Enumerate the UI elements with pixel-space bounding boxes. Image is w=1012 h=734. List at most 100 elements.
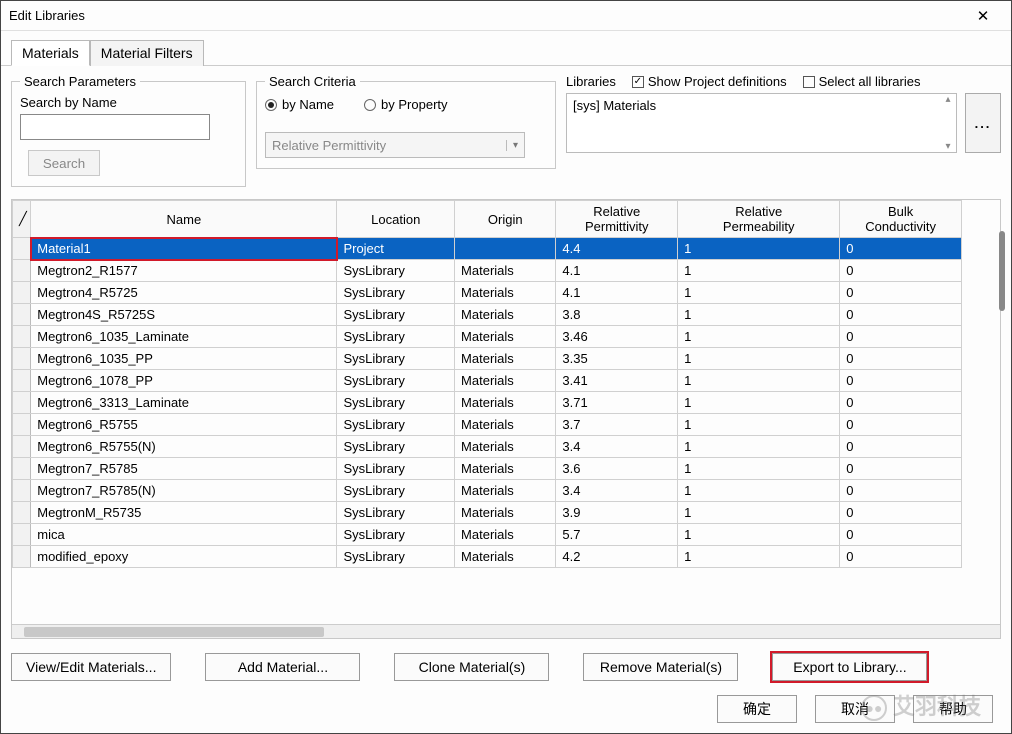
table-row[interactable]: modified_epoxySysLibraryMaterials4.210 — [13, 546, 962, 568]
search-criteria-legend: Search Criteria — [265, 74, 360, 89]
clone-materials-button[interactable]: Clone Material(s) — [394, 653, 549, 681]
search-parameters-group: Search Parameters Search by Name Search — [11, 74, 246, 187]
table-cell: 3.4 — [556, 480, 678, 502]
table-row[interactable]: Megtron4_R5725SysLibraryMaterials4.110 — [13, 282, 962, 304]
table-row[interactable]: MegtronM_R5735SysLibraryMaterials3.910 — [13, 502, 962, 524]
close-button[interactable]: ✕ — [963, 2, 1003, 30]
libraries-list-item[interactable]: [sys] Materials — [573, 98, 950, 113]
vertical-scrollbar-stub[interactable] — [999, 231, 1005, 311]
ok-button[interactable]: 确定 — [717, 695, 797, 723]
export-to-library-button[interactable]: Export to Library... — [772, 653, 927, 681]
table-cell: 0 — [840, 326, 962, 348]
table-cell: Materials — [455, 282, 556, 304]
libraries-block: Libraries ✓ Show Project definitions Sel… — [566, 74, 1001, 153]
table-cell — [13, 546, 31, 568]
table-cell — [13, 480, 31, 502]
action-button-row: View/Edit Materials... Add Material... C… — [11, 645, 1001, 685]
table-cell: SysLibrary — [337, 370, 455, 392]
table-cell — [13, 238, 31, 260]
radio-by-property[interactable]: by Property — [364, 97, 447, 112]
checkbox-icon — [803, 76, 815, 88]
libraries-list[interactable]: [sys] Materials ▴ ▾ — [566, 93, 957, 153]
radio-by-name[interactable]: by Name — [265, 97, 334, 112]
table-row[interactable]: Megtron6_R5755(N)SysLibraryMaterials3.41… — [13, 436, 962, 458]
col-rel-permeability[interactable]: RelativePermeability — [678, 201, 840, 238]
table-cell: 1 — [678, 238, 840, 260]
table-row[interactable]: Megtron6_3313_LaminateSysLibraryMaterial… — [13, 392, 962, 414]
table-row[interactable]: Megtron7_R5785SysLibraryMaterials3.610 — [13, 458, 962, 480]
table-row[interactable]: Megtron6_1035_PPSysLibraryMaterials3.351… — [13, 348, 962, 370]
col-handle[interactable]: ╱ — [13, 201, 31, 238]
table-cell: 1 — [678, 282, 840, 304]
libraries-scrollbar[interactable]: ▴ ▾ — [940, 94, 956, 152]
table-cell: 1 — [678, 502, 840, 524]
scrollbar-thumb[interactable] — [24, 627, 324, 637]
search-button[interactable]: Search — [28, 150, 100, 176]
col-origin[interactable]: Origin — [455, 201, 556, 238]
table-cell — [13, 282, 31, 304]
table-cell: 1 — [678, 458, 840, 480]
tab-materials[interactable]: Materials — [11, 40, 90, 66]
search-by-name-label: Search by Name — [20, 95, 237, 110]
table-cell: mica — [31, 524, 337, 546]
help-button[interactable]: 帮助 — [913, 695, 993, 723]
table-cell — [13, 370, 31, 392]
table-cell — [13, 414, 31, 436]
table-cell: 0 — [840, 392, 962, 414]
add-material-button[interactable]: Add Material... — [205, 653, 360, 681]
table-cell: 1 — [678, 524, 840, 546]
table-cell: 3.9 — [556, 502, 678, 524]
table-cell: 0 — [840, 436, 962, 458]
table-cell: 0 — [840, 546, 962, 568]
cancel-button[interactable]: 取消 — [815, 695, 895, 723]
horizontal-scrollbar[interactable] — [12, 624, 1000, 638]
table-row[interactable]: micaSysLibraryMaterials5.710 — [13, 524, 962, 546]
table-cell: 1 — [678, 348, 840, 370]
scroll-up-icon: ▴ — [945, 94, 950, 105]
show-project-definitions-checkbox[interactable]: ✓ Show Project definitions — [632, 74, 787, 89]
table-cell: 5.7 — [556, 524, 678, 546]
view-edit-materials-button[interactable]: View/Edit Materials... — [11, 653, 171, 681]
table-cell — [13, 458, 31, 480]
table-cell: SysLibrary — [337, 480, 455, 502]
table-cell: 3.4 — [556, 436, 678, 458]
table-cell: 1 — [678, 260, 840, 282]
table-row[interactable]: Megtron4S_R5725SSysLibraryMaterials3.810 — [13, 304, 962, 326]
table-cell: 0 — [840, 524, 962, 546]
radio-dot-icon — [265, 99, 277, 111]
table-row[interactable]: Megtron7_R5785(N)SysLibraryMaterials3.41… — [13, 480, 962, 502]
table-cell — [13, 260, 31, 282]
table-cell: SysLibrary — [337, 326, 455, 348]
col-location[interactable]: Location — [337, 201, 455, 238]
table-cell: 3.41 — [556, 370, 678, 392]
libraries-more-button[interactable]: ... — [965, 93, 1001, 153]
table-cell: 3.71 — [556, 392, 678, 414]
table-cell: 4.4 — [556, 238, 678, 260]
table-cell: Materials — [455, 546, 556, 568]
col-name[interactable]: Name — [31, 201, 337, 238]
table-cell: 1 — [678, 326, 840, 348]
tab-strip: Materials Material Filters — [1, 31, 1011, 66]
col-rel-permittivity[interactable]: RelativePermittivity — [556, 201, 678, 238]
tab-material-filters[interactable]: Material Filters — [90, 40, 204, 66]
property-combo[interactable]: Relative Permittivity ▾ — [265, 132, 525, 158]
remove-materials-button[interactable]: Remove Material(s) — [583, 653, 738, 681]
search-by-name-input[interactable] — [20, 114, 210, 140]
table-row[interactable]: Megtron6_1078_PPSysLibraryMaterials3.411… — [13, 370, 962, 392]
table-row[interactable]: Material1Project4.410 — [13, 238, 962, 260]
table-cell: 1 — [678, 304, 840, 326]
table-cell: 1 — [678, 436, 840, 458]
table-row[interactable]: Megtron2_R1577SysLibraryMaterials4.110 — [13, 260, 962, 282]
table-cell: SysLibrary — [337, 524, 455, 546]
table-cell: Materials — [455, 304, 556, 326]
table-row[interactable]: Megtron6_1035_LaminateSysLibraryMaterial… — [13, 326, 962, 348]
materials-grid-scroll[interactable]: ╱ Name Location Origin RelativePermittiv… — [12, 200, 1000, 624]
materials-table: ╱ Name Location Origin RelativePermittiv… — [12, 200, 962, 568]
table-cell: Materials — [455, 458, 556, 480]
table-row[interactable]: Megtron6_R5755SysLibraryMaterials3.710 — [13, 414, 962, 436]
col-bulk-conductivity[interactable]: BulkConductivity — [840, 201, 962, 238]
show-project-definitions-label: Show Project definitions — [648, 74, 787, 89]
select-all-libraries-checkbox[interactable]: Select all libraries — [803, 74, 921, 89]
table-cell: 4.1 — [556, 260, 678, 282]
table-cell: Materials — [455, 392, 556, 414]
